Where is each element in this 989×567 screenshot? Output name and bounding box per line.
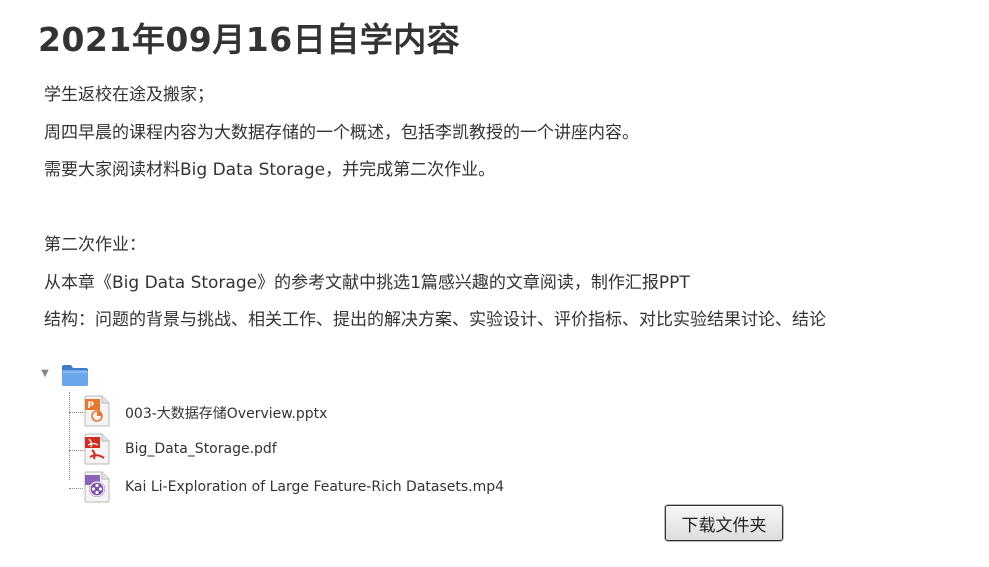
- folder-tree: ▼ P 003-大数据存储Overview.pptx Big_Data_Stor…: [40, 362, 640, 512]
- download-folder-button[interactable]: 下载文件夹: [665, 505, 783, 541]
- file-item-pdf[interactable]: Big_Data_Storage.pdf: [69, 433, 629, 467]
- tree-connector: [69, 450, 83, 451]
- svg-text:P: P: [88, 401, 95, 411]
- triangle-down-icon[interactable]: ▼: [40, 367, 50, 381]
- file-name-link[interactable]: Big_Data_Storage.pdf: [125, 441, 277, 457]
- intro-paragraph: 从本章《Big Data Storage》的参考文献中挑选1篇感兴趣的文章阅读，…: [44, 272, 690, 293]
- intro-paragraph: 周四早晨的课程内容为大数据存储的一个概述，包括李凯教授的一个讲座内容。: [44, 122, 639, 143]
- intro-paragraph: 需要大家阅读材料Big Data Storage，并完成第二次作业。: [44, 160, 496, 180]
- file-name-link[interactable]: Kai Li-Exploration of Large Feature-Rich…: [125, 479, 504, 495]
- file-item-video[interactable]: Kai Li-Exploration of Large Feature-Rich…: [69, 471, 629, 505]
- video-file-icon: [84, 471, 110, 503]
- folder-icon[interactable]: [61, 363, 89, 387]
- intro-paragraph: 学生返校在途及搬家；: [44, 85, 214, 105]
- powerpoint-file-icon: P: [84, 395, 110, 427]
- tree-connector: [69, 488, 83, 489]
- file-name-link[interactable]: 003-大数据存储Overview.pptx: [125, 403, 327, 423]
- file-item-pptx[interactable]: P 003-大数据存储Overview.pptx: [69, 395, 629, 429]
- tree-connector: [69, 412, 83, 413]
- page-title: 2021年09月16日自学内容: [38, 20, 461, 59]
- intro-paragraph: 结构：问题的背景与挑战、相关工作、提出的解决方案、实验设计、评价指标、对比实验结…: [44, 310, 826, 330]
- intro-blank-line: [44, 190, 944, 228]
- intro-text: 学生返校在途及搬家； 周四早晨的课程内容为大数据存储的一个概述，包括李凯教授的一…: [44, 77, 944, 340]
- intro-paragraph: 第二次作业：: [44, 235, 146, 255]
- pdf-file-icon: [84, 433, 110, 465]
